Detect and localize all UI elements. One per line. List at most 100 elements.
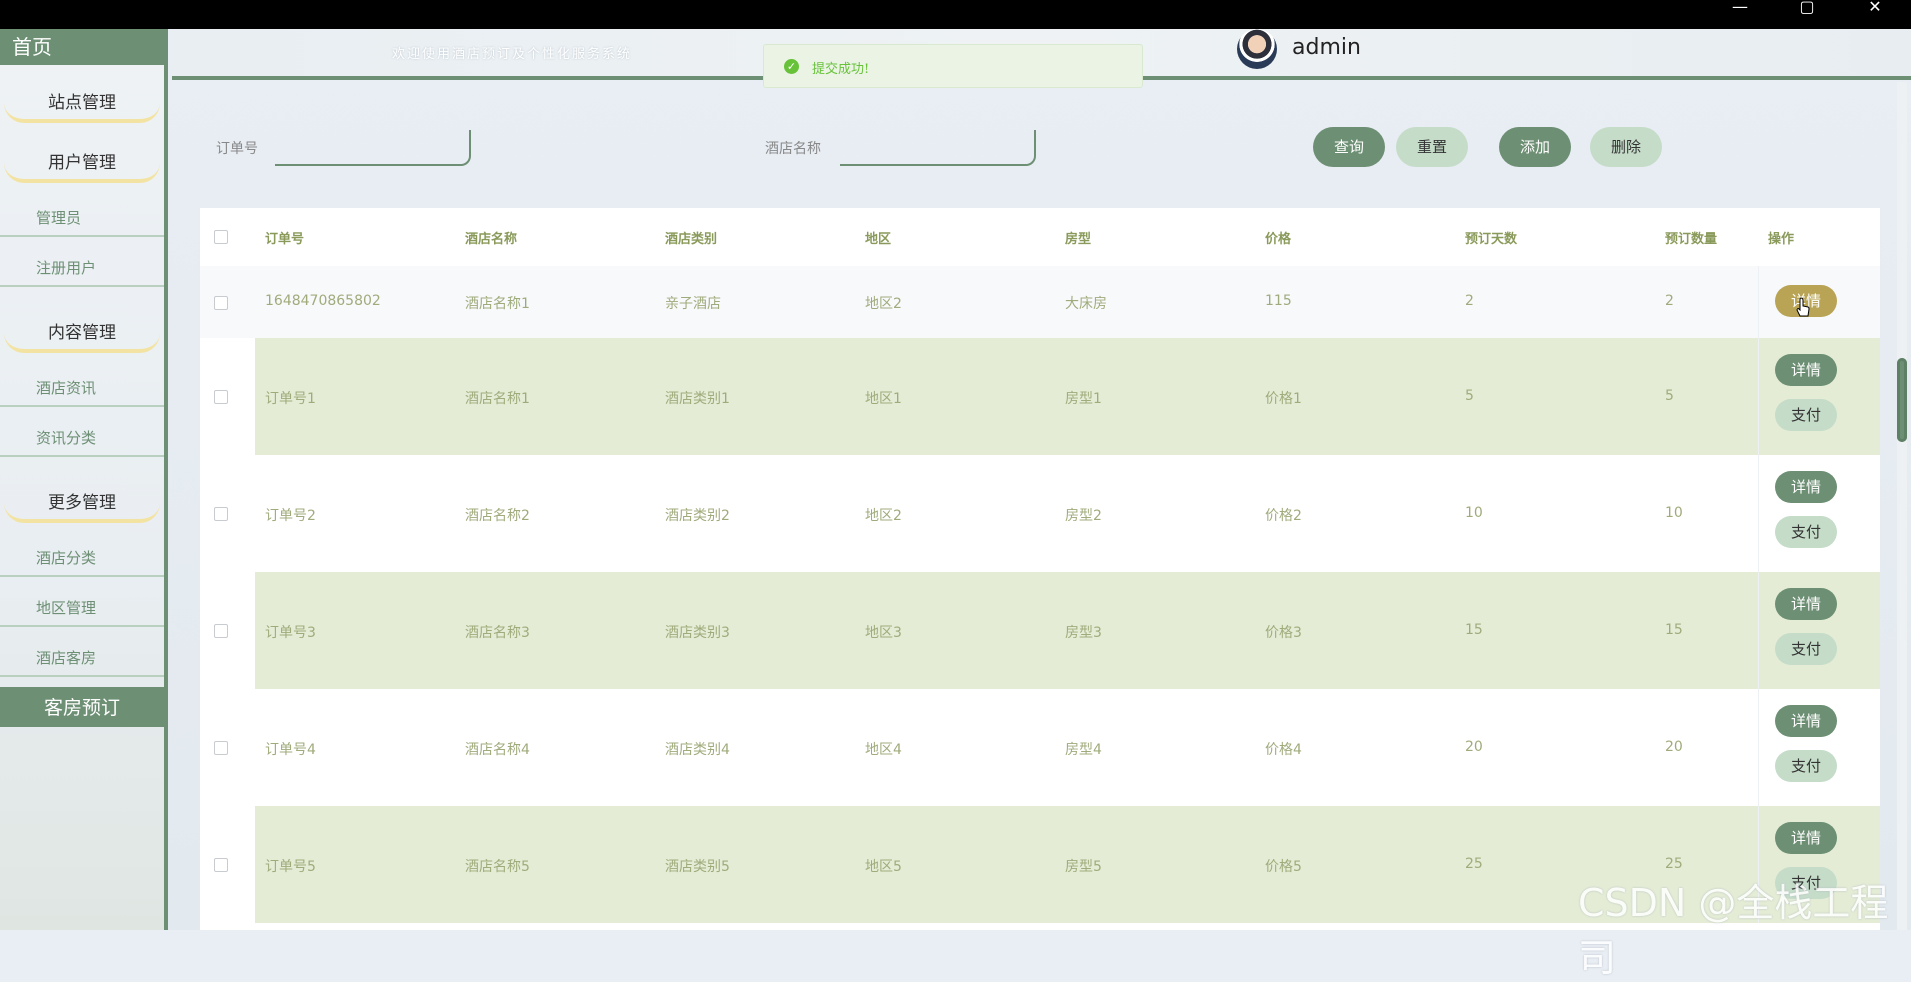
sidebar-item-registered-users[interactable]: 注册用户 — [0, 249, 164, 287]
sidebar-home[interactable]: 首页 — [0, 29, 164, 65]
actions-cell: 详情 支付 — [1758, 455, 1880, 572]
column-header[interactable]: 预订天数 — [1465, 228, 1517, 247]
detail-button[interactable]: 详情 — [1775, 705, 1837, 737]
sidebar-group-content[interactable]: 内容管理 — [0, 311, 164, 355]
column-header[interactable]: 房型 — [1065, 228, 1091, 247]
welcome-text: 欢迎使用酒店预订及个性化服务系统 — [392, 47, 633, 62]
avatar[interactable] — [1237, 29, 1277, 69]
cell-price: 价格1 — [1265, 391, 1302, 407]
cell-order: 订单号1 — [265, 391, 316, 407]
sidebar-item-room-booking[interactable]: 客房预订 — [0, 687, 164, 727]
row-checkbox[interactable] — [214, 624, 228, 638]
cell-days: 10 — [1465, 505, 1483, 521]
detail-button[interactable]: 详情 — [1775, 354, 1837, 386]
cell-room: 房型5 — [1065, 859, 1102, 875]
minimize-icon[interactable]: — — [1710, 0, 1770, 29]
sidebar-group-more[interactable]: 更多管理 — [0, 481, 164, 525]
cell-category: 酒店类别5 — [665, 859, 730, 875]
table-row[interactable]: 订单号2 酒店名称2 酒店类别2 地区2 房型2 价格2 10 10 详情 支付 — [200, 455, 1880, 572]
cell-price: 115 — [1265, 293, 1292, 309]
row-checkbox[interactable] — [214, 507, 228, 521]
add-button[interactable]: 添加 — [1499, 127, 1571, 167]
cell-category: 酒店类别4 — [665, 742, 730, 758]
cell-region: 地区1 — [865, 391, 902, 407]
cell-order: 订单号5 — [265, 859, 316, 875]
username[interactable]: admin — [1292, 35, 1361, 60]
sidebar-item-news-category[interactable]: 资讯分类 — [0, 419, 164, 457]
cell-room: 房型4 — [1065, 742, 1102, 758]
sidebar-item-hotel-category[interactable]: 酒店分类 — [0, 539, 164, 577]
sidebar-item-hotel-news[interactable]: 酒店资讯 — [0, 369, 164, 407]
cell-order: 订单号4 — [265, 742, 316, 758]
detail-button[interactable]: 详情 — [1775, 588, 1837, 620]
maximize-icon[interactable]: ▢ — [1777, 0, 1837, 29]
sidebar-item-admins[interactable]: 管理员 — [0, 199, 164, 237]
toast-message: 提交成功! — [812, 62, 870, 77]
row-checkbox[interactable] — [214, 296, 228, 310]
column-header[interactable]: 预订数量 — [1665, 228, 1717, 247]
cell-qty: 15 — [1665, 622, 1683, 638]
cell-category: 酒店类别1 — [665, 391, 730, 407]
pay-button[interactable]: 支付 — [1775, 750, 1837, 782]
cell-order: 订单号2 — [265, 508, 316, 524]
orders-table: 订单号 酒店名称 酒店类别 地区 房型 价格 预订天数 预订数量 操作 1648… — [200, 208, 1880, 930]
detail-button[interactable]: 详情 — [1775, 822, 1837, 854]
cell-price: 价格3 — [1265, 625, 1302, 641]
cell-region: 地区4 — [865, 742, 902, 758]
cell-days: 5 — [1465, 388, 1474, 404]
close-icon[interactable]: ✕ — [1845, 0, 1905, 29]
detail-button[interactable]: 详情 — [1775, 471, 1837, 503]
scrollbar-track[interactable] — [1897, 82, 1907, 930]
cell-hotel: 酒店名称2 — [465, 508, 530, 524]
cell-room: 大床房 — [1065, 296, 1107, 312]
row-checkbox[interactable] — [214, 858, 228, 872]
watermark: CSDN @全栈工程司 — [1578, 881, 1889, 980]
column-header[interactable]: 订单号 — [265, 228, 304, 247]
cell-days: 2 — [1465, 293, 1474, 309]
cell-hotel: 酒店名称5 — [465, 859, 530, 875]
row-checkbox[interactable] — [214, 741, 228, 755]
scrollbar-thumb[interactable] — [1897, 358, 1907, 442]
column-header: 操作 — [1768, 232, 1795, 247]
sidebar: 首页 站点管理 用户管理 管理员 注册用户 内容管理 酒店资讯 资讯分类 更多管… — [0, 29, 168, 930]
pay-button[interactable]: 支付 — [1775, 399, 1837, 431]
cell-region: 地区3 — [865, 625, 902, 641]
hotel-name-input[interactable] — [840, 130, 1036, 166]
cell-qty: 20 — [1665, 739, 1683, 755]
cell-region: 地区2 — [865, 508, 902, 524]
table-row[interactable]: 订单号4 酒店名称4 酒店类别4 地区4 房型4 价格4 20 20 详情 支付 — [200, 689, 1880, 806]
reset-button[interactable]: 重置 — [1396, 127, 1468, 167]
table-row[interactable]: 1648470865802 酒店名称1 亲子酒店 地区2 大床房 115 2 2… — [200, 266, 1880, 338]
table-row[interactable]: 订单号3 酒店名称3 酒店类别3 地区3 房型3 价格3 15 15 详情 支付 — [200, 572, 1880, 689]
row-checkbox[interactable] — [214, 390, 228, 404]
cell-room: 房型2 — [1065, 508, 1102, 524]
pay-button[interactable]: 支付 — [1775, 516, 1837, 548]
hotel-name-label: 酒店名称 — [765, 141, 821, 157]
sidebar-item-hotel-rooms[interactable]: 酒店客房 — [0, 639, 164, 677]
sidebar-item-region[interactable]: 地区管理 — [0, 589, 164, 627]
column-header[interactable]: 地区 — [865, 228, 891, 247]
cell-category: 酒店类别2 — [665, 508, 730, 524]
column-header[interactable]: 酒店类别 — [665, 228, 717, 247]
cell-category: 亲子酒店 — [665, 296, 721, 312]
query-button[interactable]: 查询 — [1313, 127, 1385, 167]
pay-button[interactable]: 支付 — [1775, 633, 1837, 665]
cell-order: 1648470865802 — [265, 293, 381, 309]
table-row[interactable]: 订单号1 酒店名称1 酒店类别1 地区1 房型1 价格1 5 5 详情 支付 — [200, 338, 1880, 455]
sidebar-group-site[interactable]: 站点管理 — [0, 81, 164, 125]
delete-button[interactable]: 删除 — [1590, 127, 1662, 167]
cell-days: 25 — [1465, 856, 1483, 872]
column-header[interactable]: 酒店名称 — [465, 228, 517, 247]
window-titlebar: — ▢ ✕ — [0, 0, 1911, 29]
select-all-checkbox[interactable] — [214, 230, 228, 244]
cell-days: 15 — [1465, 622, 1483, 638]
cell-room: 房型1 — [1065, 391, 1102, 407]
sidebar-group-users[interactable]: 用户管理 — [0, 141, 164, 185]
order-number-input[interactable] — [275, 130, 471, 166]
cell-days: 20 — [1465, 739, 1483, 755]
column-header[interactable]: 价格 — [1265, 228, 1291, 247]
actions-cell: 详情 支付 — [1758, 338, 1880, 455]
cell-room: 房型3 — [1065, 625, 1102, 641]
actions-cell: 详情 支付 — [1758, 689, 1880, 806]
cell-qty: 2 — [1665, 293, 1674, 309]
